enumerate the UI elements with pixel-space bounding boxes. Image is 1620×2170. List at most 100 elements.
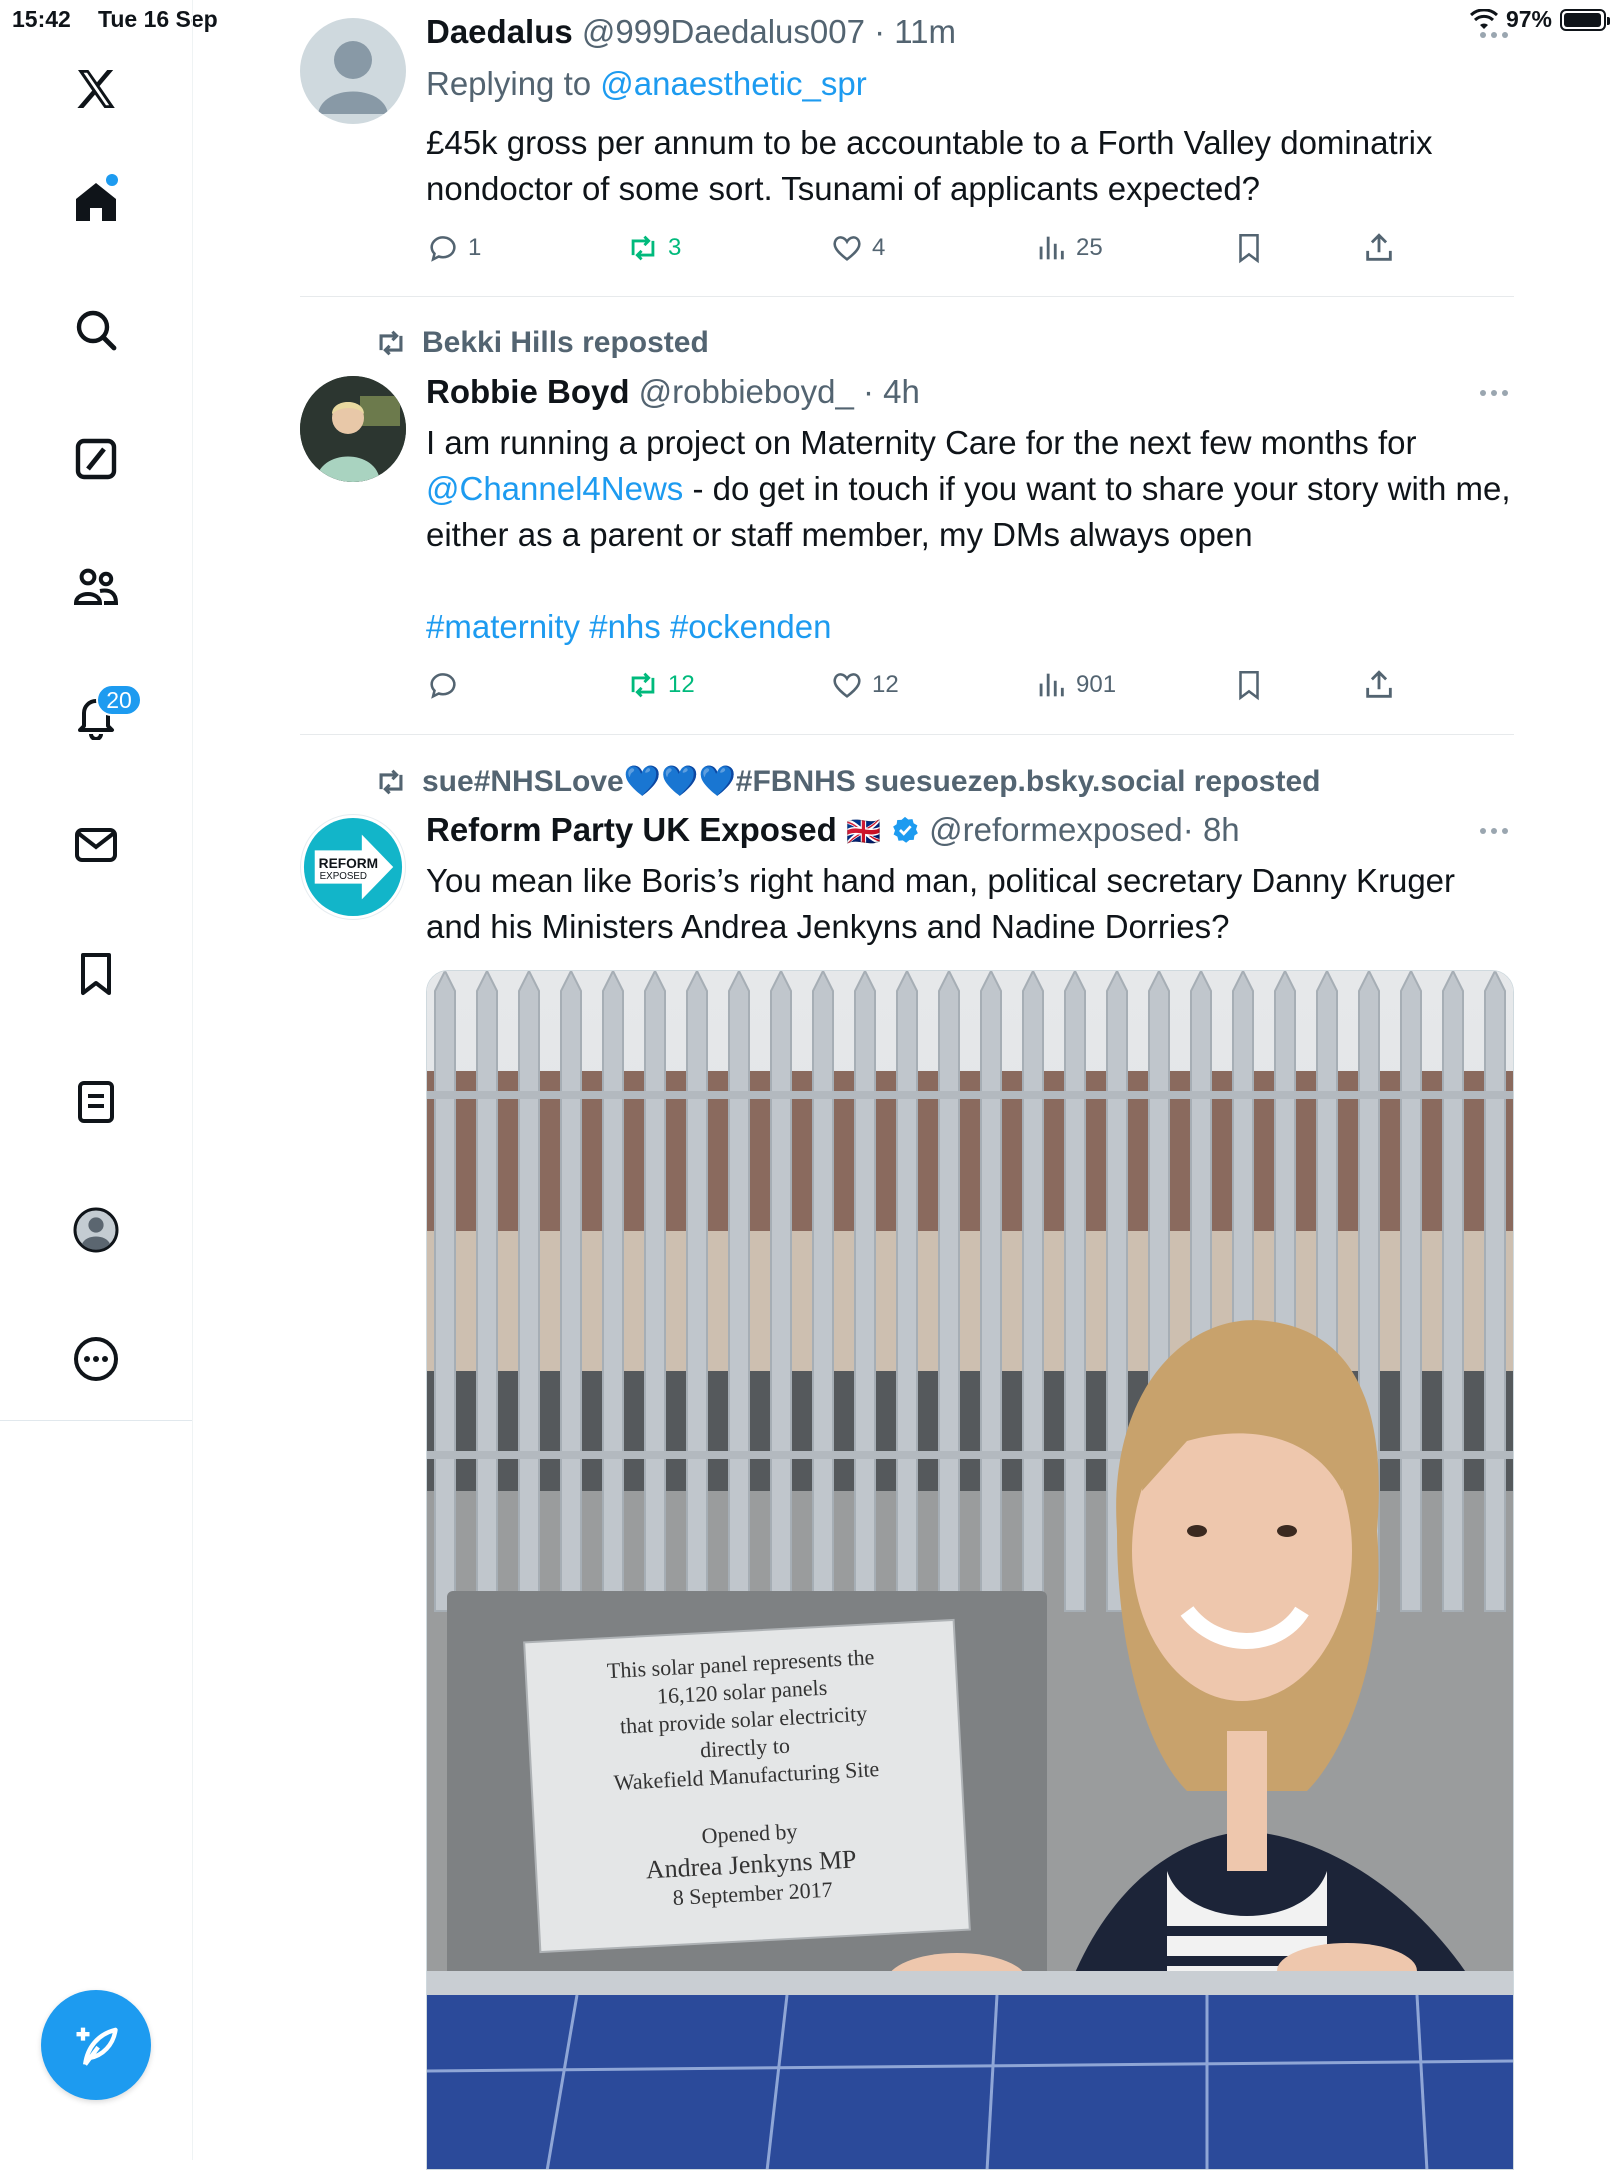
repost-button[interactable]: 3 xyxy=(626,226,681,270)
author-handle[interactable]: @robbieboyd_ xyxy=(639,373,854,410)
like-count: 4 xyxy=(872,234,886,261)
fence-pale xyxy=(896,971,918,1612)
fence-pale xyxy=(644,971,666,1612)
share-button[interactable] xyxy=(1362,226,1396,270)
author-name[interactable]: Robbie Boyd xyxy=(426,373,630,410)
bookmark-button[interactable] xyxy=(1232,663,1266,707)
like-button[interactable]: 12 xyxy=(830,663,899,707)
x-logo-icon[interactable] xyxy=(66,60,126,120)
author-handle[interactable]: @999Daedalus007 xyxy=(582,13,865,50)
repost-context[interactable]: Bekki Hills reposted xyxy=(374,326,709,360)
post-header: Daedalus @999Daedalus007 · 11m xyxy=(426,12,1516,52)
fence-pale xyxy=(1022,971,1044,1612)
post-image[interactable]: This solar panel represents the 16,120 s… xyxy=(426,970,1514,2170)
author-handle[interactable]: @reformexposed xyxy=(929,811,1183,848)
reposted-by-label: sue#NHSLove💙💙💙#FBNHS suesuezep.bsky.soci… xyxy=(422,765,1321,798)
fence-pale xyxy=(728,971,750,1612)
plaque-line: directly to xyxy=(699,1733,790,1763)
like-button[interactable]: 4 xyxy=(830,226,885,270)
repost-context[interactable]: sue#NHSLove💙💙💙#FBNHS suesuezep.bsky.soci… xyxy=(374,764,1320,799)
repost-count: 3 xyxy=(668,234,682,261)
compose-button[interactable] xyxy=(41,1990,151,2100)
more-options-icon[interactable] xyxy=(1474,816,1514,846)
repost-icon xyxy=(379,330,403,356)
reply-icon xyxy=(430,673,456,699)
more-options-icon[interactable] xyxy=(1474,378,1514,408)
views-count: 25 xyxy=(1076,234,1103,261)
heart-icon xyxy=(833,236,861,261)
share-icon xyxy=(1366,670,1392,698)
fence-pale xyxy=(770,971,792,1612)
reply-button[interactable] xyxy=(426,663,468,707)
bookmarks-icon[interactable] xyxy=(66,944,126,1004)
fence-pale xyxy=(434,971,456,1612)
post-header: Reform Party UK Exposed 🇬🇧 @reformexpose… xyxy=(426,810,1516,852)
repost-count: 12 xyxy=(668,671,695,698)
more-options-icon[interactable] xyxy=(1474,20,1514,50)
post-actions: 1 3 4 25 xyxy=(426,226,1426,270)
like-count: 12 xyxy=(872,671,899,698)
repost-button[interactable]: 12 xyxy=(626,663,695,707)
repost-icon xyxy=(631,672,655,698)
reply-icon xyxy=(430,236,456,262)
fence-pale xyxy=(854,971,876,1612)
post-header: Robbie Boyd @robbieboyd_ · 4h xyxy=(426,372,1516,412)
fence-pale xyxy=(686,971,708,1612)
post-time[interactable]: · 11m xyxy=(874,13,956,50)
notifications-badge: 20 xyxy=(96,684,142,716)
post-avatar[interactable] xyxy=(300,376,406,482)
author-name[interactable]: Reform Party UK Exposed xyxy=(426,811,837,848)
post-text-part: I am running a project on Maternity Care… xyxy=(426,424,1417,461)
fence-pale xyxy=(1484,971,1506,1612)
verified-badge-icon xyxy=(893,816,918,843)
grok-icon[interactable] xyxy=(66,429,126,489)
photo-illustration: This solar panel represents the 16,120 s… xyxy=(427,971,1513,2169)
replying-to-link[interactable]: @anaesthetic_spr xyxy=(600,65,866,102)
post-avatar[interactable] xyxy=(300,18,406,124)
fence-pale xyxy=(560,971,582,1612)
messages-icon[interactable] xyxy=(66,815,126,875)
post-text: You mean like Boris’s right hand man, po… xyxy=(426,862,1456,945)
more-icon[interactable] xyxy=(66,1329,126,1389)
views-icon xyxy=(1039,673,1064,697)
profile-icon[interactable] xyxy=(66,1200,126,1260)
author-name[interactable]: Daedalus xyxy=(426,13,573,50)
replying-to-label: Replying to xyxy=(426,65,601,102)
heart-icon xyxy=(833,673,861,698)
default-avatar-icon xyxy=(318,41,388,114)
fence-pale xyxy=(980,971,1002,1612)
views-button[interactable]: 901 xyxy=(1034,663,1116,707)
views-button[interactable]: 25 xyxy=(1034,226,1103,270)
repost-icon xyxy=(631,235,655,261)
search-icon[interactable] xyxy=(66,300,126,360)
reply-count: 1 xyxy=(468,234,482,261)
reply-button[interactable]: 1 xyxy=(426,226,481,270)
bookmark-button[interactable] xyxy=(1232,226,1266,270)
views-icon xyxy=(1039,236,1064,260)
fence-pale xyxy=(1064,971,1086,1612)
fence-pale xyxy=(1442,971,1464,1612)
fence-pale xyxy=(518,971,540,1612)
post-time[interactable]: · 4h xyxy=(863,373,920,410)
fence-pale xyxy=(938,971,960,1612)
hashtags[interactable]: #maternity #nhs #ockenden xyxy=(426,604,1516,650)
feather-plus-icon xyxy=(76,2027,118,2066)
post-text: I am running a project on Maternity Care… xyxy=(426,420,1516,558)
post-time[interactable]: · 8h xyxy=(1183,811,1240,848)
reposted-by-label: Bekki Hills reposted xyxy=(422,326,709,359)
lists-icon[interactable] xyxy=(66,1072,126,1132)
bookmark-icon xyxy=(1239,233,1259,264)
battery-icon xyxy=(1560,8,1610,31)
share-icon xyxy=(1366,233,1392,261)
flag-icon: 🇬🇧 xyxy=(845,816,881,847)
post-text: £45k gross per annum to be accountable t… xyxy=(426,124,1433,207)
post-separator xyxy=(300,734,1514,735)
post-separator xyxy=(300,296,1514,297)
logo-text: EXPOSED xyxy=(320,871,367,882)
mention-link[interactable]: @Channel4News xyxy=(426,470,683,507)
sidebar: 20 xyxy=(0,0,193,2160)
communities-icon[interactable] xyxy=(66,557,126,617)
post-avatar[interactable]: REFORM EXPOSED xyxy=(300,814,406,920)
post-actions: 12 12 901 xyxy=(426,663,1426,707)
share-button[interactable] xyxy=(1362,663,1396,707)
